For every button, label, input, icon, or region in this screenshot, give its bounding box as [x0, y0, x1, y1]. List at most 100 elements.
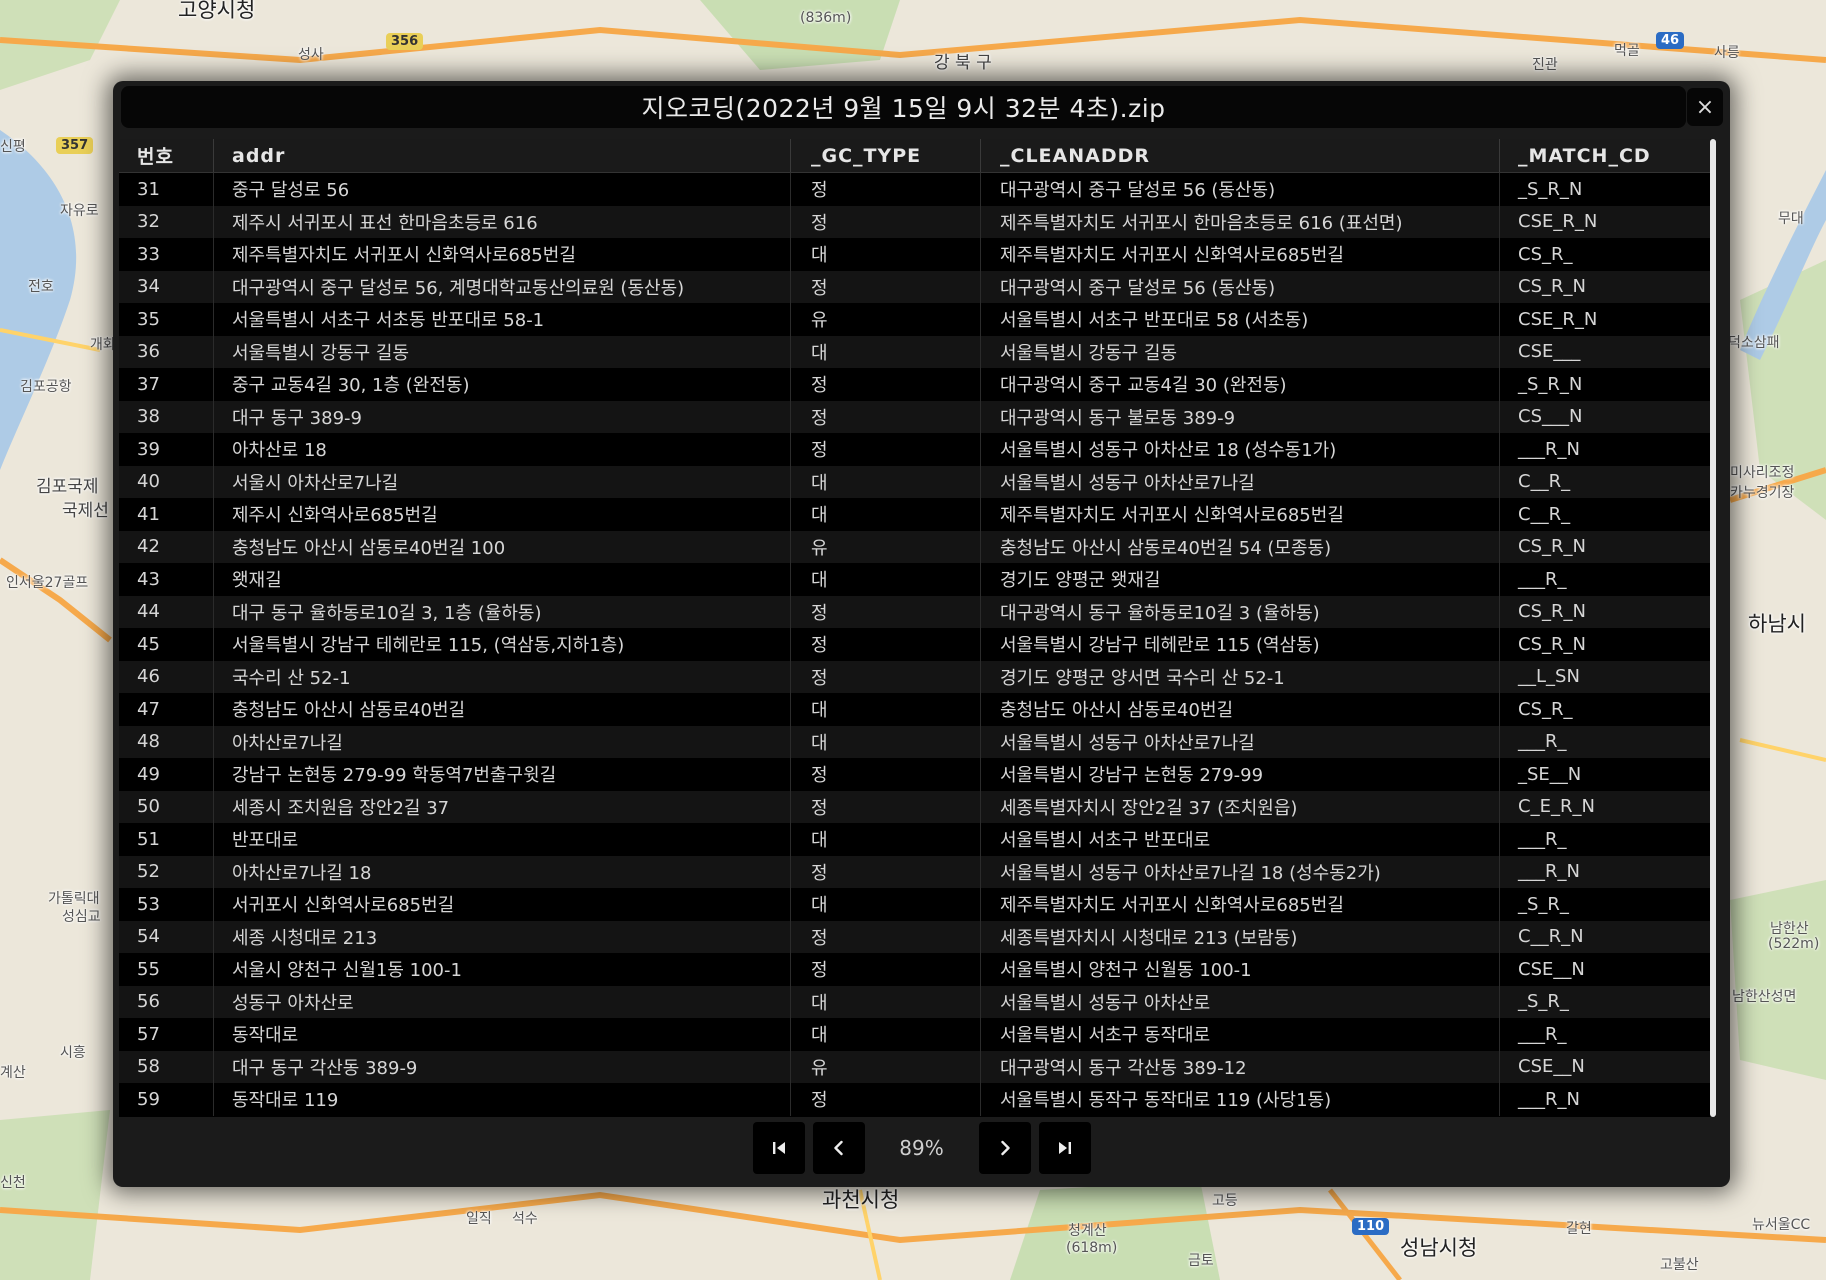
cell-cleanaddr: 서울특별시 성동구 아차산로 — [981, 985, 1500, 1018]
table-row[interactable]: 41 제주시 신화역사로685번길 대 제주특별자치도 서귀포시 신화역사로685번길… — [119, 498, 1716, 531]
map-label: 남한산성면 — [1732, 989, 1797, 1005]
cell-gc-type: 대 — [791, 985, 981, 1018]
table-row[interactable]: 47 충청남도 아산시 삼동로40번길 대 충청남도 아산시 삼동로40번길 CS_R_ — [119, 693, 1716, 726]
cell-match-cd: C__R_ — [1518, 503, 1571, 525]
cell-gc-type: 유 — [791, 303, 981, 336]
cell-gc-type: 대 — [791, 888, 981, 921]
cell-match-cd: CSE___ — [1518, 341, 1581, 363]
cell-gc-type: 대 — [791, 238, 981, 271]
cell-addr: 성동구 아차산로 — [214, 985, 791, 1018]
cell-gc-type: 정 — [791, 1083, 981, 1116]
map-label: 무대 — [1778, 211, 1804, 227]
column-header-no[interactable]: 번호 — [119, 139, 214, 172]
column-header-addr[interactable]: addr — [214, 139, 791, 172]
cell-gc-type: 대 — [791, 725, 981, 758]
cell-cleanaddr: 서울특별시 강동구 길동 — [981, 335, 1500, 368]
table-row[interactable]: 40 서울시 아차산로7나길 대 서울특별시 성동구 아차산로7나길 C__R_ — [119, 465, 1716, 498]
table-row[interactable]: 39 아차산로 18 정 서울특별시 성동구 아차산로 18 (성수동1가) ___R_… — [119, 433, 1716, 466]
chevron-right-icon — [1000, 1140, 1010, 1156]
column-header-match-cd[interactable]: _MATCH_CD — [1500, 139, 1716, 172]
table-row[interactable]: 35 서울특별시 서초구 서초동 반포대로 58-1 유 서울특별시 서초구 반포대로… — [119, 303, 1716, 336]
cell-match-cd: _S_R_N — [1518, 373, 1583, 395]
table-row[interactable]: 57 동작대로 대 서울특별시 서초구 동작대로 ___R_ — [119, 1018, 1716, 1051]
column-header-gc-type[interactable]: _GC_TYPE — [791, 139, 981, 172]
cell-cleanaddr: 대구광역시 동구 율하동로10길 3 (율하동) — [981, 595, 1500, 628]
cell-no: 47 — [119, 693, 214, 726]
table-row[interactable]: 38 대구 동구 389-9 정 대구광역시 동구 불로동 389-9 CS___N — [119, 400, 1716, 433]
table-row[interactable]: 56 성동구 아차산로 대 서울특별시 성동구 아차산로 _S_R_ — [119, 985, 1716, 1018]
map-label: 과천시청 — [822, 1188, 900, 1212]
table-row[interactable]: 46 국수리 산 52-1 정 경기도 양평군 양서면 국수리 산 52-1 __L_S… — [119, 660, 1716, 693]
table-row[interactable]: 32 제주시 서귀포시 표선 한마음초등로 616 정 제주특별자치도 서귀포시 한마… — [119, 205, 1716, 238]
cell-cleanaddr: 서울특별시 서초구 동작대로 — [981, 1018, 1500, 1051]
cell-match-cd: C__R_N — [1518, 926, 1584, 948]
cell-addr: 서울특별시 강남구 테헤란로 115, (역삼동,지하1층) — [214, 628, 791, 661]
table-row[interactable]: 51 반포대로 대 서울특별시 서초구 반포대로 ___R_ — [119, 823, 1716, 856]
close-button[interactable]: × — [1687, 88, 1723, 126]
map-label: 석수 — [512, 1211, 538, 1227]
cell-addr: 서울특별시 서초구 서초동 반포대로 58-1 — [214, 303, 791, 336]
table-row[interactable]: 49 강남구 논현동 279-99 학동역7번출구윗길 정 서울특별시 강남구 논현동… — [119, 758, 1716, 791]
table-row[interactable]: 36 서울특별시 강동구 길동 대 서울특별시 강동구 길동 CSE___ — [119, 335, 1716, 368]
table-row[interactable]: 43 왯재길 대 경기도 양평군 왯재길 ___R_ — [119, 563, 1716, 596]
cell-match-cd: CS_R_N — [1518, 633, 1586, 655]
cell-cleanaddr: 서울특별시 동작구 동작대로 119 (사당1동) — [981, 1083, 1500, 1116]
map-label: 먹골 — [1614, 43, 1640, 59]
cell-cleanaddr: 대구광역시 동구 각산동 389-12 — [981, 1050, 1500, 1083]
zoom-level: 89% — [899, 1136, 944, 1160]
table-row[interactable]: 52 아차산로7나길 18 정 서울특별시 성동구 아차산로7나길 18 (성수동2가… — [119, 855, 1716, 888]
cell-no: 42 — [119, 530, 214, 563]
dialog-titlebar[interactable]: 지오코딩(2022년 9월 15일 9시 32분 4초).zip — [121, 86, 1686, 128]
table-row[interactable]: 44 대구 동구 율하동로10길 3, 1층 (율하동) 정 대구광역시 동구 율하동… — [119, 595, 1716, 628]
table-row[interactable]: 55 서울시 양천구 신월1동 100-1 정 서울특별시 양천구 신월동 100-1… — [119, 953, 1716, 986]
cell-match-cd: ___R_N — [1518, 1088, 1580, 1110]
cell-no: 46 — [119, 660, 214, 693]
cell-cleanaddr: 서울특별시 서초구 반포대로 58 (서초동) — [981, 303, 1500, 336]
cell-addr: 대구 동구 각산동 389-9 — [214, 1050, 791, 1083]
cell-no: 38 — [119, 400, 214, 433]
table-row[interactable]: 31 중구 달성로 56 정 대구광역시 중구 달성로 56 (동산동) _S_R_N — [119, 173, 1716, 206]
table-row[interactable]: 48 아차산로7나길 대 서울특별시 성동구 아차산로7나길 ___R_ — [119, 725, 1716, 758]
table-row[interactable]: 42 충청남도 아산시 삼동로40번길 100 유 충청남도 아산시 삼동로40번길 … — [119, 530, 1716, 563]
table-row[interactable]: 59 동작대로 119 정 서울특별시 동작구 동작대로 119 (사당1동) ___R… — [119, 1083, 1716, 1116]
scrollbar-thumb[interactable] — [1710, 139, 1716, 1117]
map-label: 가톨릭대 — [48, 891, 100, 907]
map-label: 하남시 — [1748, 612, 1806, 636]
cell-match-cd: _SE__N — [1518, 763, 1582, 785]
cell-match-cd: __L_SN — [1518, 666, 1580, 688]
last-page-button[interactable] — [1038, 1122, 1091, 1174]
cell-addr: 서울특별시 강동구 길동 — [214, 335, 791, 368]
cell-match-cd: CS_R_ — [1518, 698, 1573, 720]
cell-cleanaddr: 대구광역시 중구 달성로 56 (동산동) — [981, 270, 1500, 303]
table-row[interactable]: 58 대구 동구 각산동 389-9 유 대구광역시 동구 각산동 389-12 CSE… — [119, 1050, 1716, 1083]
table-row[interactable]: 34 대구광역시 중구 달성로 56, 계명대학교동산의료원 (동산동) 정 대구광역… — [119, 270, 1716, 303]
cell-gc-type: 대 — [791, 823, 981, 856]
table-row[interactable]: 33 제주특별자치도 서귀포시 신화역사로685번길 대 제주특별자치도 서귀포시 신… — [119, 238, 1716, 271]
map-label: 시흥 — [60, 1045, 86, 1061]
cell-no: 34 — [119, 270, 214, 303]
cell-gc-type: 정 — [791, 595, 981, 628]
cell-cleanaddr: 제주특별자치도 서귀포시 신화역사로685번길 — [981, 498, 1500, 531]
table-row[interactable]: 45 서울특별시 강남구 테헤란로 115, (역삼동,지하1층) 정 서울특별시 강… — [119, 628, 1716, 661]
table-row[interactable]: 54 세종 시청대로 213 정 세종특별자치시 시청대로 213 (보람동) C__R… — [119, 920, 1716, 953]
first-page-button[interactable] — [752, 1122, 805, 1174]
table-row[interactable]: 53 서귀포시 신화역사로685번길 대 제주특별자치도 서귀포시 신화역사로685번… — [119, 888, 1716, 921]
column-header-cleanaddr[interactable]: _CLEANADDR — [981, 139, 1500, 172]
cell-addr: 중구 교동4길 30, 1층 (완전동) — [214, 368, 791, 401]
previous-page-button[interactable] — [812, 1122, 865, 1174]
cell-gc-type: 정 — [791, 660, 981, 693]
next-page-button[interactable] — [978, 1122, 1031, 1174]
map-label: 카누경기장 — [1730, 485, 1795, 501]
cell-cleanaddr: 제주특별자치도 서귀포시 신화역사로685번길 — [981, 238, 1500, 271]
cell-match-cd: ___R_ — [1518, 731, 1567, 753]
cell-match-cd: CS_R_N — [1518, 601, 1586, 623]
cell-match-cd: _S_R_ — [1518, 991, 1569, 1013]
map-label: 금토 — [1188, 1253, 1214, 1269]
vertical-scrollbar[interactable] — [1710, 139, 1716, 1117]
table-row[interactable]: 37 중구 교동4길 30, 1층 (완전동) 정 대구광역시 중구 교동4길 30 … — [119, 368, 1716, 401]
cell-match-cd: CS_R_N — [1518, 536, 1586, 558]
cell-no: 40 — [119, 465, 214, 498]
map-label: 뉴서울CC — [1752, 1217, 1811, 1233]
cell-addr: 서울시 아차산로7나길 — [214, 465, 791, 498]
table-row[interactable]: 50 세종시 조치원읍 장안2길 37 정 세종특별자치시 장안2길 37 (조치원읍… — [119, 790, 1716, 823]
